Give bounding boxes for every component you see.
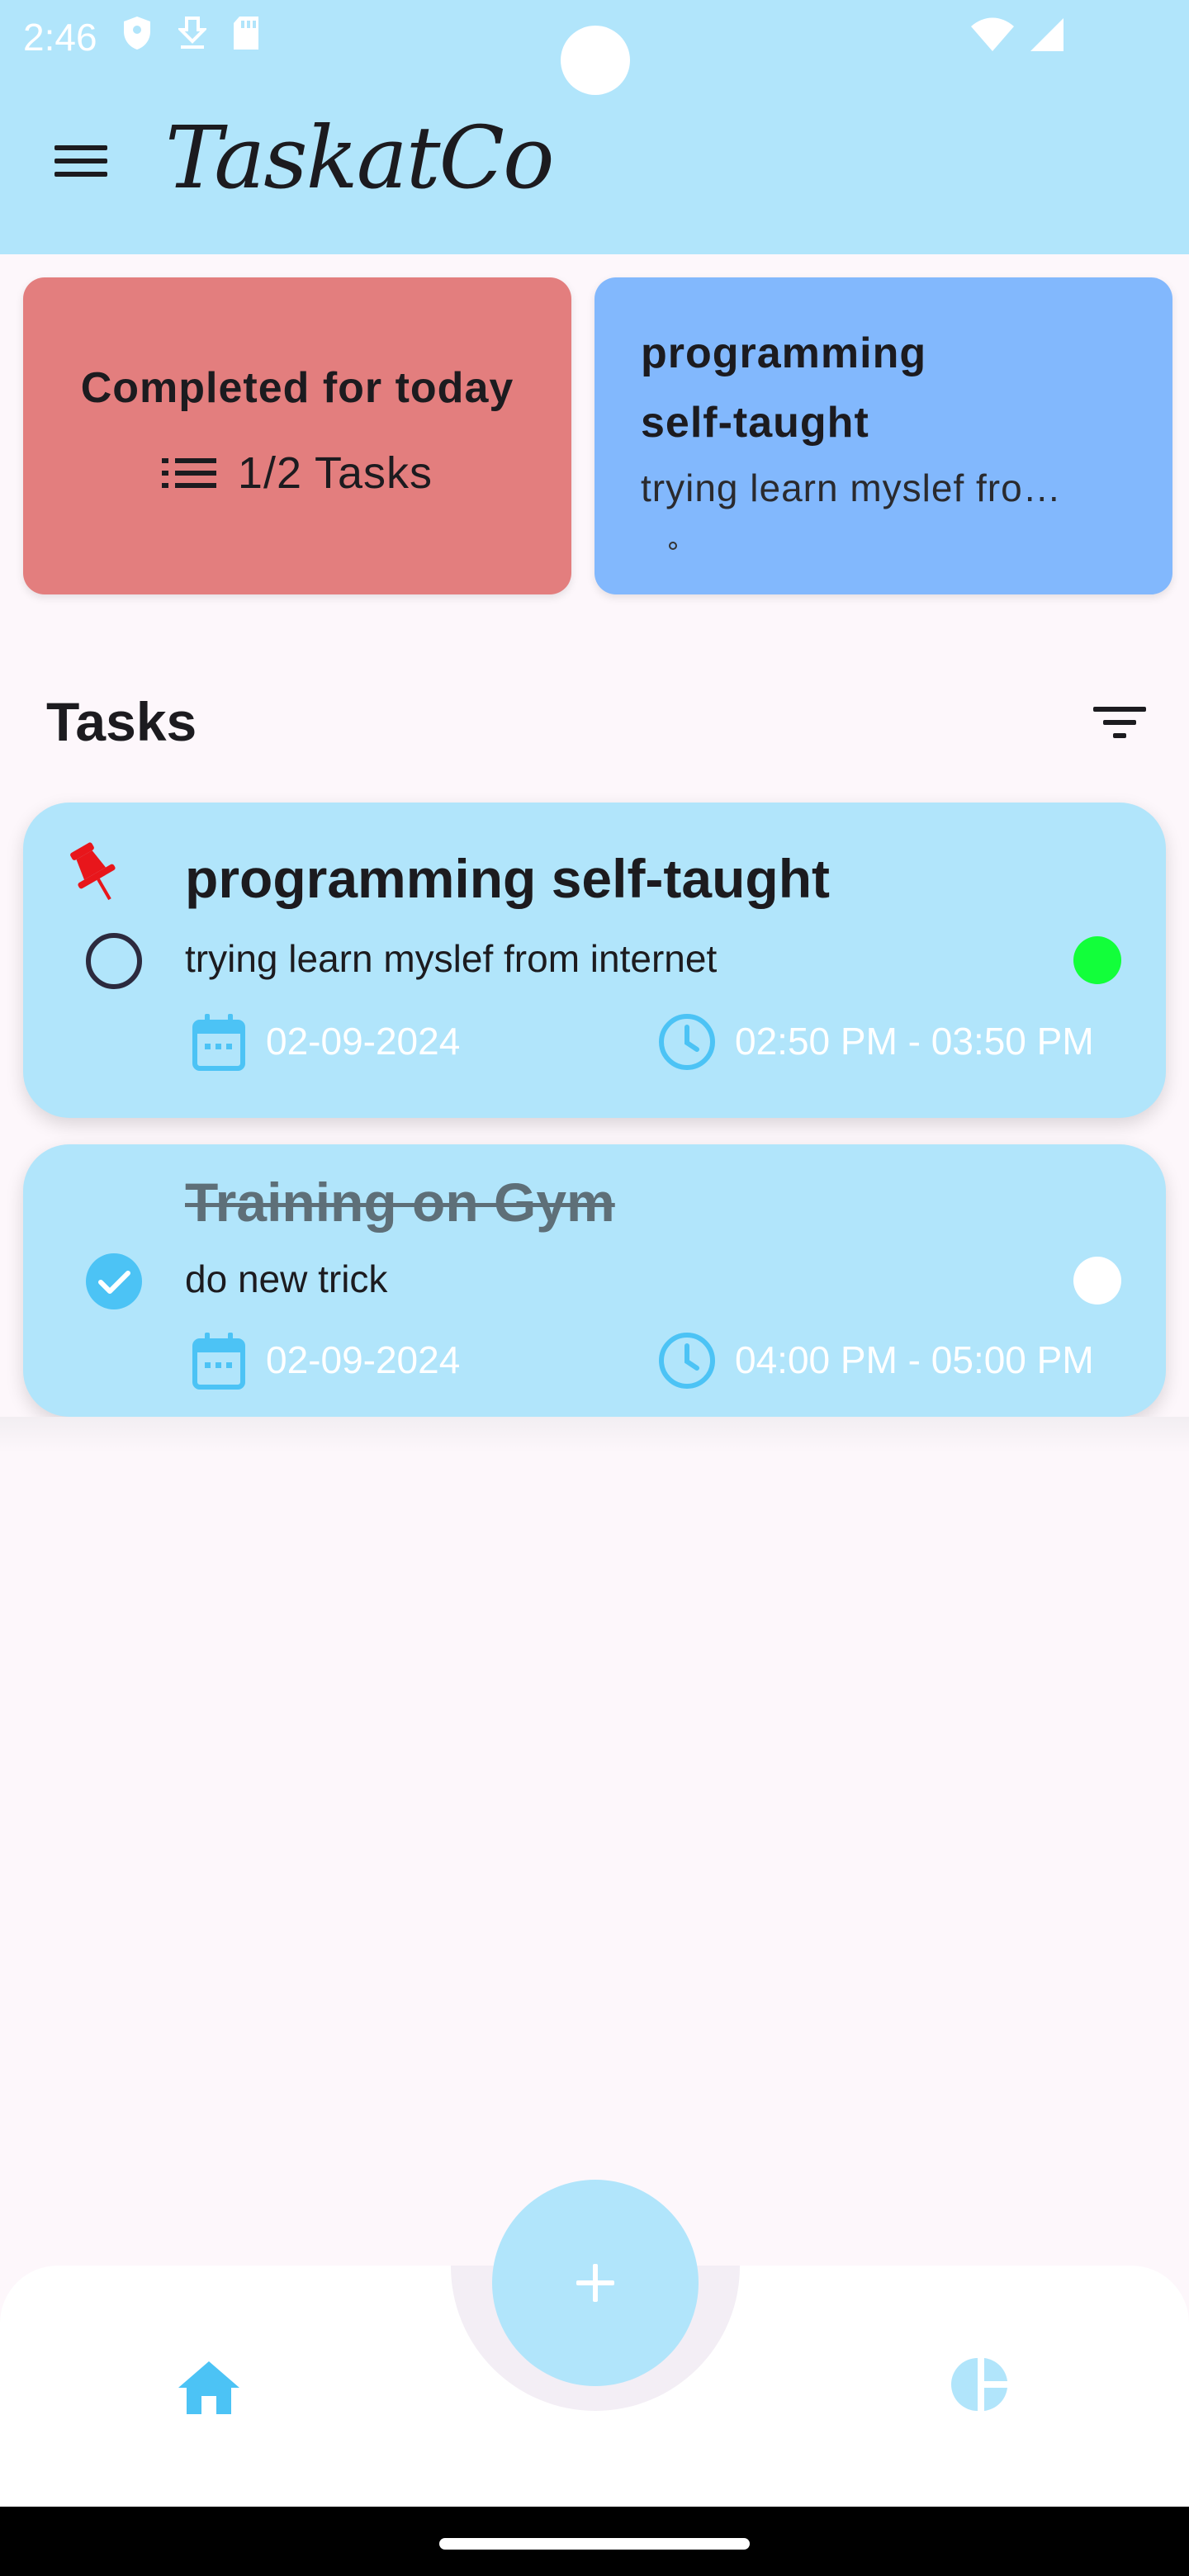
sd-card-icon	[234, 17, 258, 50]
system-navigation-bar	[0, 2507, 1189, 2576]
calendar-icon	[192, 1014, 245, 1071]
completed-today-card[interactable]: Completed for today 1/2 Tasks	[23, 277, 571, 594]
task-description: do new trick	[185, 1257, 388, 1300]
list-end-shadow	[0, 1417, 1189, 1453]
featured-task-card[interactable]: programming self-taught trying learn mys…	[594, 277, 1172, 594]
plus-icon	[576, 2264, 614, 2302]
shield-icon	[124, 17, 150, 50]
filter-button[interactable]	[1087, 698, 1153, 748]
featured-description: trying learn myslef fro…	[641, 466, 1062, 509]
task-title: Training on Gym	[185, 1172, 615, 1233]
home-icon	[178, 2361, 239, 2414]
featured-title: programming self-taught	[641, 329, 927, 447]
nav-home-button[interactable]	[175, 2358, 243, 2417]
app-title: TaskatCo	[165, 107, 555, 208]
task-checkbox-unchecked[interactable]	[84, 931, 144, 991]
clock-icon	[659, 1014, 715, 1070]
nav-statistics-button[interactable]	[951, 2355, 1011, 2414]
tasks-heading: Tasks	[46, 691, 197, 752]
clock-icon	[659, 1333, 715, 1389]
task-status-dot	[1073, 1257, 1121, 1305]
task-date: 02-09-2024	[266, 1338, 461, 1381]
task-card[interactable]: Training on Gym do new trick 02-09-2024 …	[23, 1144, 1166, 1417]
task-date: 02-09-2024	[266, 1020, 461, 1063]
camera-cutout	[561, 26, 630, 95]
pin-icon[interactable]	[66, 841, 124, 907]
task-title: programming self-taught	[185, 848, 831, 909]
page-indicator-dot	[669, 542, 677, 550]
hamburger-menu-icon	[54, 145, 107, 177]
list-icon	[161, 458, 216, 488]
status-time: 2:46	[23, 16, 97, 59]
wifi-icon	[971, 17, 1014, 51]
filter-icon	[1093, 707, 1146, 738]
task-checkbox-checked[interactable]	[84, 1252, 144, 1311]
menu-button[interactable]	[43, 132, 117, 190]
task-time: 04:00 PM - 05:00 PM	[735, 1338, 1094, 1381]
status-icons-right	[969, 17, 1065, 53]
home-gesture-pill[interactable]	[439, 2538, 750, 2550]
status-icons-left	[121, 15, 261, 51]
task-card[interactable]: programming self-taught trying learn mys…	[23, 803, 1166, 1118]
add-task-button[interactable]	[492, 2180, 699, 2386]
cellular-signal-icon	[1030, 18, 1063, 51]
app-header: 2:46 TaskatCo	[0, 0, 1189, 254]
calendar-icon	[192, 1333, 245, 1390]
download-icon	[178, 17, 206, 49]
task-status-dot	[1073, 936, 1121, 984]
task-time: 02:50 PM - 03:50 PM	[735, 1020, 1094, 1063]
statistics-icon	[951, 2358, 1007, 2411]
completed-count-row: 1/2 Tasks	[23, 447, 571, 499]
completed-title: Completed for today	[80, 364, 514, 412]
completed-count: 1/2 Tasks	[237, 448, 433, 498]
task-description: trying learn myslef from internet	[185, 937, 718, 980]
